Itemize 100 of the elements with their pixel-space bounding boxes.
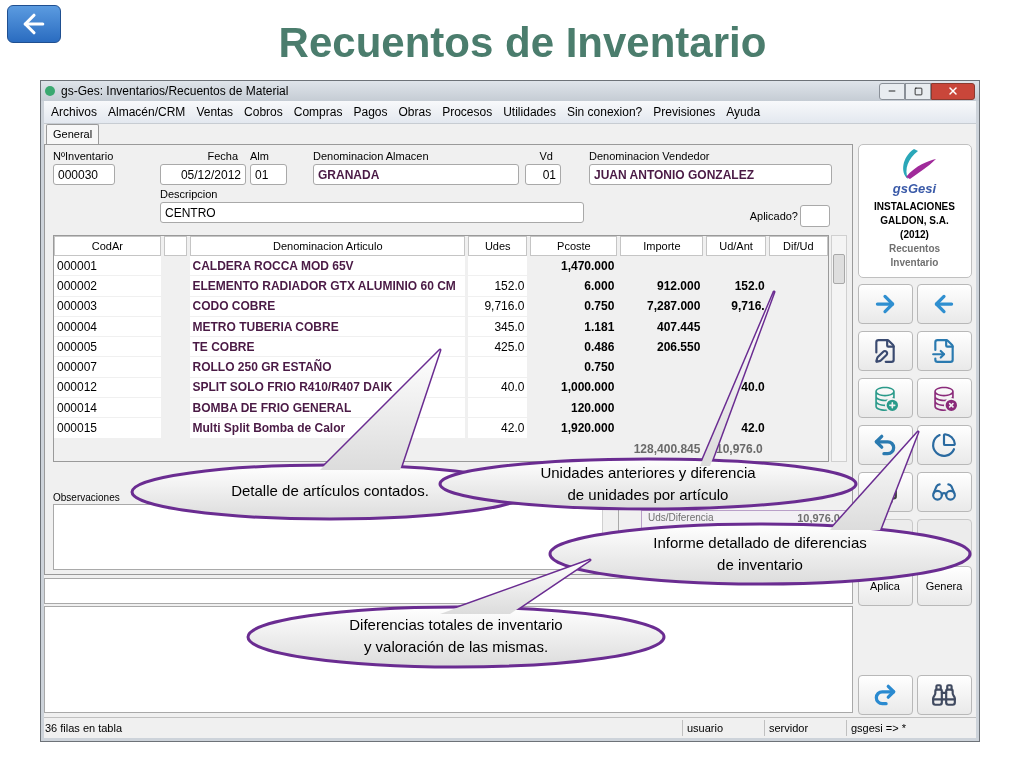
- field-label: Fecha: [206, 149, 239, 163]
- database-delete-icon: [931, 385, 957, 411]
- close-button[interactable]: [931, 82, 975, 100]
- table-cell: 0.750: [530, 357, 618, 378]
- column-header[interactable]: Importe: [620, 236, 704, 256]
- menu-item[interactable]: Previsiones: [653, 103, 716, 121]
- table-cell: 000001: [54, 256, 161, 277]
- input-field[interactable]: CENTRO: [160, 202, 584, 223]
- column-header[interactable]: Pcoste: [530, 236, 618, 256]
- menu-item[interactable]: Cobros: [244, 103, 283, 121]
- import-button[interactable]: [916, 331, 972, 371]
- table-cell: CALDERA ROCCA MOD 65V: [190, 256, 466, 277]
- menu-item[interactable]: Ayuda: [726, 103, 761, 121]
- field-label: Aplicado?: [749, 208, 798, 224]
- menu-item[interactable]: Procesos: [442, 103, 493, 121]
- table-cell: 000015: [54, 418, 161, 439]
- company-name: INSTALACIONES GALDON, S.A.: [873, 200, 956, 228]
- table-cell: 425.0: [468, 337, 528, 358]
- input-field[interactable]: 01: [525, 164, 561, 185]
- close-icon: [947, 85, 959, 97]
- menu-item[interactable]: Ventas: [196, 103, 234, 121]
- slide-title: Recuentos de Inventario: [278, 18, 767, 68]
- add-button[interactable]: [857, 378, 913, 418]
- app-icon: [45, 86, 55, 96]
- search-button[interactable]: [916, 675, 972, 715]
- column-header[interactable]: Ud/Ant: [706, 236, 766, 256]
- back-button[interactable]: [916, 284, 972, 324]
- callout-text: Diferencias totales de inventario y valoración de las mismas.: [349, 615, 563, 657]
- file-pen-icon: [872, 338, 898, 364]
- menu-item[interactable]: Utilidades: [503, 103, 556, 121]
- status-text: servidor: [764, 719, 846, 737]
- window-title: gs-Ges: Inventarios/Recuentos de Material: [61, 83, 289, 100]
- table-cell: 40.0: [468, 377, 528, 399]
- edit-button[interactable]: [857, 331, 913, 371]
- field-label: Denominacion Almacen: [313, 149, 430, 163]
- input-field[interactable]: 000030: [53, 164, 115, 185]
- menu-item[interactable]: Archivos: [51, 103, 97, 121]
- table-cell: [468, 256, 528, 277]
- table-cell: 9,716.0: [468, 296, 528, 317]
- preview-button[interactable]: [916, 472, 972, 512]
- table-cell: 152.0: [706, 276, 766, 297]
- module-name: Recuentos Inventario: [887, 242, 942, 270]
- status-text: usuario: [682, 719, 764, 737]
- minimize-button[interactable]: [879, 82, 905, 100]
- tab[interactable]: General: [46, 124, 100, 144]
- undo-icon: [872, 432, 898, 458]
- callout-text: Unidades anteriores y diferencia de unidades por artículo: [540, 463, 756, 505]
- table-cell: 000012: [54, 377, 161, 399]
- status-text: gsgesi => *: [846, 719, 976, 737]
- table-cell: 000007: [54, 357, 161, 378]
- maximize-button[interactable]: [905, 82, 931, 100]
- table-cell: 120.000: [530, 398, 618, 419]
- table-cell: ELEMENTO RADIADOR GTX ALUMINIO 60 CM: [190, 276, 466, 297]
- table-cell: ROLLO 250 GR ESTAÑO: [190, 357, 466, 378]
- table-cell: 1.181: [530, 316, 618, 338]
- menu-item[interactable]: Sin conexion?: [566, 103, 643, 121]
- menu-item[interactable]: Obras: [398, 103, 432, 121]
- table-cell: 912.000: [620, 276, 704, 297]
- field-label: Denominacion Vendedor: [589, 149, 711, 163]
- column-header[interactable]: CodAr: [54, 236, 161, 256]
- table-cell: 000005: [54, 337, 161, 358]
- column-header[interactable]: Dif/Ud: [768, 236, 828, 256]
- summary-value: 10,976.0: [797, 512, 840, 524]
- field-label: Descripcion: [160, 187, 219, 201]
- table-cell: CODO COBRE: [190, 296, 466, 317]
- table-cell: 1,470.000: [530, 256, 618, 277]
- checkbox[interactable]: [800, 205, 830, 227]
- scrollbar[interactable]: [831, 235, 847, 462]
- return-button[interactable]: [857, 675, 913, 715]
- menu-item[interactable]: Pagos: [353, 103, 388, 121]
- field-label: Alm: [250, 149, 270, 163]
- status-text: 36 filas en tabla: [44, 720, 124, 736]
- company-year: (2012): [900, 228, 929, 242]
- forward-button[interactable]: [857, 284, 913, 324]
- total-cell-text: 128,400.845: [633, 440, 701, 458]
- input-field[interactable]: GRANADA: [313, 164, 519, 185]
- field-label: NºInventario: [53, 149, 115, 163]
- report-button[interactable]: [916, 425, 972, 465]
- input-field[interactable]: 01: [250, 164, 287, 185]
- table-cell: 206.550: [620, 337, 704, 358]
- table-cell: 1,000.000: [530, 377, 618, 399]
- column-header[interactable]: Denominacion Articulo: [190, 236, 466, 256]
- menu-item[interactable]: Almacén/CRM: [108, 103, 186, 121]
- input-field[interactable]: JUAN ANTONIO GONZALEZ: [589, 164, 832, 185]
- back-button[interactable]: [7, 5, 61, 43]
- table-cell: 6.000: [530, 276, 618, 297]
- maximize-icon: [913, 86, 923, 96]
- table-cell: 0.486: [530, 337, 618, 358]
- table-cell: 345.0: [468, 316, 528, 338]
- input-field[interactable]: 05/12/2012: [160, 164, 246, 185]
- delete-button[interactable]: [916, 378, 972, 418]
- table-cell: 0.750: [530, 296, 618, 317]
- menu-item[interactable]: Compras: [293, 103, 343, 121]
- table-cell: 000014: [54, 398, 161, 419]
- table-cell: 000003: [54, 296, 161, 317]
- column-header[interactable]: Udes: [468, 236, 528, 256]
- table-cell: 7,287.000: [620, 296, 704, 317]
- table-cell: 407.445: [620, 316, 704, 338]
- field-label: Observaciones: [53, 491, 120, 504]
- binoculars-icon: [931, 682, 957, 708]
